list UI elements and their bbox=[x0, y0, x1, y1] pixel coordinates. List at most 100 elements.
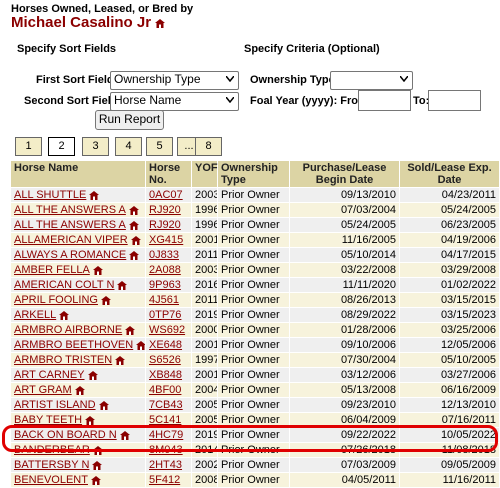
horse-name-link[interactable]: ARMBRO TRISTEN bbox=[14, 354, 112, 366]
begin-date-cell: 05/10/2014 bbox=[289, 247, 400, 263]
house-icon[interactable] bbox=[85, 415, 96, 425]
col-yof[interactable]: YOF bbox=[191, 160, 218, 188]
exp-date-cell: 03/15/2015 bbox=[399, 292, 500, 308]
horse-no-link[interactable]: 7CB43 bbox=[149, 399, 183, 411]
col-ownership-type[interactable]: Ownership Type bbox=[217, 160, 290, 188]
house-icon[interactable] bbox=[59, 310, 70, 320]
horse-no-link[interactable]: 4HC79 bbox=[149, 429, 183, 441]
house-icon[interactable] bbox=[155, 18, 166, 28]
house-icon[interactable] bbox=[115, 355, 126, 365]
second-sort-select[interactable]: Horse Name bbox=[110, 92, 239, 111]
house-icon[interactable] bbox=[128, 220, 139, 230]
horse-name-cell: ART CARNEY bbox=[10, 367, 146, 383]
house-icon[interactable] bbox=[92, 460, 103, 470]
chevron-down-icon bbox=[226, 76, 234, 82]
begin-date-cell: 09/13/2010 bbox=[289, 187, 400, 203]
horse-name-link[interactable]: ALL SHUTTLE bbox=[14, 189, 86, 201]
horse-no-link[interactable]: 9P963 bbox=[149, 279, 181, 291]
foal-year-to-input[interactable] bbox=[428, 90, 481, 111]
exp-date-cell: 03/27/2006 bbox=[399, 367, 500, 383]
horse-name-link[interactable]: BATTERSBY N bbox=[14, 459, 89, 471]
horse-no-cell: 4BF00 bbox=[145, 382, 192, 398]
page-button-8[interactable]: 8 bbox=[195, 137, 222, 156]
begin-date-cell: 07/30/2004 bbox=[289, 352, 400, 368]
page-button-4[interactable]: 4 bbox=[115, 137, 142, 156]
house-icon[interactable] bbox=[98, 400, 109, 410]
horse-no-link[interactable]: RJ920 bbox=[149, 219, 181, 231]
horse-name-link[interactable]: BACK ON BOARD N bbox=[14, 429, 117, 441]
horse-name-cell: AMBER FELLA bbox=[10, 262, 146, 278]
horse-name-link[interactable]: APRIL FOOLING bbox=[14, 294, 98, 306]
horse-name-cell: BENEVOLENT bbox=[10, 472, 146, 488]
horse-name-link[interactable]: ART GRAM bbox=[14, 384, 72, 396]
horse-no-link[interactable]: 2HT43 bbox=[149, 459, 182, 471]
horse-no-link[interactable]: XE648 bbox=[149, 339, 182, 351]
horse-no-cell: 0AC07 bbox=[145, 187, 192, 203]
horse-name-link[interactable]: ALL THE ANSWERS A bbox=[14, 219, 126, 231]
horse-no-link[interactable]: RJ920 bbox=[149, 204, 181, 216]
exp-date-cell: 11/16/2011 bbox=[399, 472, 500, 488]
page-button-5[interactable]: 5 bbox=[146, 137, 173, 156]
col-horse-name[interactable]: Horse Name bbox=[10, 160, 146, 188]
horse-name-link[interactable]: ARKELL bbox=[14, 309, 56, 321]
house-icon[interactable] bbox=[125, 325, 136, 335]
exp-date-cell: 06/16/2009 bbox=[399, 382, 500, 398]
yof-cell: 2019 bbox=[191, 307, 218, 323]
house-icon[interactable] bbox=[128, 205, 139, 215]
house-icon[interactable] bbox=[92, 265, 103, 275]
horse-no-link[interactable]: 0AC07 bbox=[149, 189, 183, 201]
begin-date-cell: 07/26/2018 bbox=[289, 442, 400, 458]
horse-name-link[interactable]: BABY TEETH bbox=[14, 414, 82, 426]
page-button-1[interactable]: 1 bbox=[15, 137, 42, 156]
horse-no-link[interactable]: 2A088 bbox=[149, 264, 181, 276]
table-row: ALL THE ANSWERS A RJ920 1996 Prior Owner 07/… bbox=[10, 202, 500, 218]
ownership-type-cell: Prior Owner bbox=[217, 457, 290, 473]
house-icon[interactable] bbox=[129, 250, 140, 260]
house-icon[interactable] bbox=[87, 370, 98, 380]
page-button-3[interactable]: 3 bbox=[82, 137, 109, 156]
exp-date-cell: 06/23/2005 bbox=[399, 217, 500, 233]
horse-no-link[interactable]: 0J833 bbox=[149, 249, 179, 261]
house-icon[interactable] bbox=[119, 430, 130, 440]
horse-no-link[interactable]: XG415 bbox=[149, 234, 183, 246]
run-report-button[interactable]: Run Report bbox=[95, 110, 164, 130]
horse-no-link[interactable]: WS692 bbox=[149, 324, 185, 336]
page-button-2-current: 2 bbox=[48, 137, 75, 156]
col-exp-date[interactable]: Sold/Lease Exp. Date bbox=[399, 160, 500, 188]
house-icon[interactable] bbox=[74, 385, 85, 395]
horse-name-link[interactable]: ALL THE ANSWERS A bbox=[14, 204, 126, 216]
exp-date-cell: 11/08/2018 bbox=[399, 442, 500, 458]
ownership-type-cell: Prior Owner bbox=[217, 337, 290, 353]
ownership-type-select[interactable] bbox=[330, 71, 413, 90]
house-icon[interactable] bbox=[90, 475, 101, 485]
horse-no-link[interactable]: S6526 bbox=[149, 354, 181, 366]
horse-no-link[interactable]: 4BF00 bbox=[149, 384, 181, 396]
horse-no-link[interactable]: XB848 bbox=[149, 369, 182, 381]
foal-year-from-input[interactable] bbox=[358, 90, 411, 111]
horse-name-link[interactable]: ARTIST ISLAND bbox=[14, 399, 96, 411]
begin-date-cell: 01/28/2006 bbox=[289, 322, 400, 338]
horse-name-link[interactable]: BANDERBEAR bbox=[14, 444, 90, 456]
horse-name-link[interactable]: AMERICAN COLT N bbox=[14, 279, 114, 291]
col-begin-date[interactable]: Purchase/Lease Begin Date bbox=[289, 160, 400, 188]
horse-name-link[interactable]: ARMBRO AIRBORNE bbox=[14, 324, 122, 336]
house-icon[interactable] bbox=[117, 280, 128, 290]
house-icon[interactable] bbox=[89, 190, 100, 200]
first-sort-select[interactable]: Ownership Type bbox=[110, 71, 239, 90]
horse-no-link[interactable]: 5C141 bbox=[149, 414, 181, 426]
horse-name-link[interactable]: ART CARNEY bbox=[14, 369, 85, 381]
horse-name-link[interactable]: AMBER FELLA bbox=[14, 264, 90, 276]
horse-name-link[interactable]: ALLAMERICAN VIPER bbox=[14, 234, 128, 246]
house-icon[interactable] bbox=[92, 445, 103, 455]
owner-name: Michael Casalino Jr bbox=[11, 14, 166, 31]
house-icon[interactable] bbox=[130, 235, 141, 245]
house-icon[interactable] bbox=[100, 295, 111, 305]
horse-no-link[interactable]: 4J561 bbox=[149, 294, 179, 306]
horse-name-cell: ART GRAM bbox=[10, 382, 146, 398]
horse-no-link[interactable]: 8M043 bbox=[149, 444, 183, 456]
horse-name-link[interactable]: ALWAYS A ROMANCE bbox=[14, 249, 126, 261]
horse-no-link[interactable]: 0TP76 bbox=[149, 309, 181, 321]
horse-name-link[interactable]: ARMBRO BEETHOVEN bbox=[14, 339, 133, 351]
col-horse-no[interactable]: Horse No. bbox=[145, 160, 192, 188]
house-icon[interactable] bbox=[136, 340, 145, 350]
